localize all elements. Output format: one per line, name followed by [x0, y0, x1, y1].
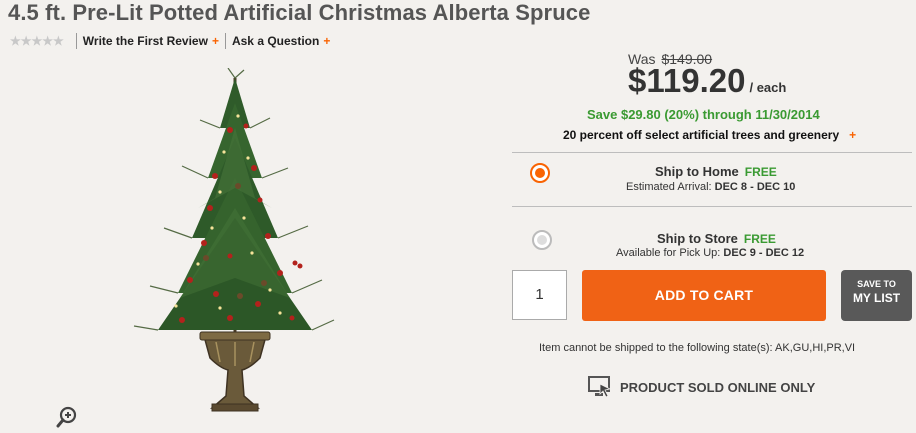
- ship-to-store-radio[interactable]: [532, 230, 552, 250]
- shipping-restriction-notice: Item cannot be shipped to the following …: [539, 342, 856, 354]
- write-review-label: Write the First Review: [82, 34, 208, 48]
- divider: [512, 206, 912, 207]
- plus-icon: +: [849, 128, 857, 142]
- arrival-dates: DEC 8 - DEC 10: [714, 181, 796, 193]
- promo-text: 20 percent off select artificial trees a…: [563, 128, 840, 142]
- ask-question-label: Ask a Question: [231, 34, 320, 48]
- online-only-badge: PRODUCT SOLD ONLINE ONLY: [588, 376, 815, 398]
- free-badge: FREE: [743, 232, 776, 246]
- pickup-dates: DEC 9 - DEC 12: [723, 247, 805, 259]
- ship-to-home-radio[interactable]: [530, 163, 550, 183]
- quantity-input[interactable]: 1: [512, 270, 567, 320]
- zoom-in-icon: [56, 406, 77, 428]
- save-to-list-button[interactable]: SAVE TO MY LIST: [841, 270, 912, 321]
- christmas-tree-icon: [133, 67, 335, 412]
- save-to-label: SAVE TO: [857, 279, 896, 289]
- current-price: $119.20/ each: [628, 62, 786, 100]
- zoom-button[interactable]: [56, 406, 78, 428]
- review-bar: ★★★★★ Write the First Review + Ask a Ques…: [10, 32, 330, 50]
- free-badge: FREE: [744, 165, 777, 179]
- my-list-label: MY LIST: [852, 291, 901, 305]
- ship-to-home-arrival: Estimated Arrival: DEC 8 - DEC 10: [626, 181, 795, 193]
- ask-question-link[interactable]: Ask a Question +: [232, 34, 330, 48]
- divider: [512, 152, 912, 153]
- divider: [224, 33, 226, 49]
- promo-link[interactable]: 20 percent off select artificial trees a…: [563, 128, 856, 142]
- plus-icon: +: [323, 34, 331, 48]
- plus-icon: +: [211, 34, 219, 48]
- rating-stars: ★★★★★: [10, 34, 64, 48]
- ship-to-store-label: Ship to Store: [657, 231, 738, 246]
- savings-text: Save $29.80 (20%) through 11/30/2014: [587, 107, 820, 122]
- monitor-icon: [588, 376, 612, 398]
- divider: [75, 33, 77, 49]
- add-to-cart-button[interactable]: ADD TO CART: [582, 270, 826, 321]
- pickup-label: Available for Pick Up:: [616, 247, 721, 259]
- write-review-link[interactable]: Write the First Review +: [83, 34, 219, 48]
- ship-to-home-title: Ship to Home FREE: [655, 164, 777, 179]
- online-only-label: PRODUCT SOLD ONLINE ONLY: [620, 379, 816, 395]
- product-image[interactable]: [120, 67, 350, 428]
- ship-to-store-title: Ship to Store FREE: [657, 231, 776, 246]
- price-unit: / each: [749, 80, 787, 95]
- product-title: 4.5 ft. Pre-Lit Potted Artificial Christ…: [8, 0, 591, 25]
- price-amount: $119.20: [628, 62, 746, 99]
- ship-to-store-pickup: Available for Pick Up: DEC 9 - DEC 12: [616, 247, 804, 259]
- arrival-label: Estimated Arrival:: [626, 181, 712, 193]
- ship-to-home-label: Ship to Home: [655, 164, 739, 179]
